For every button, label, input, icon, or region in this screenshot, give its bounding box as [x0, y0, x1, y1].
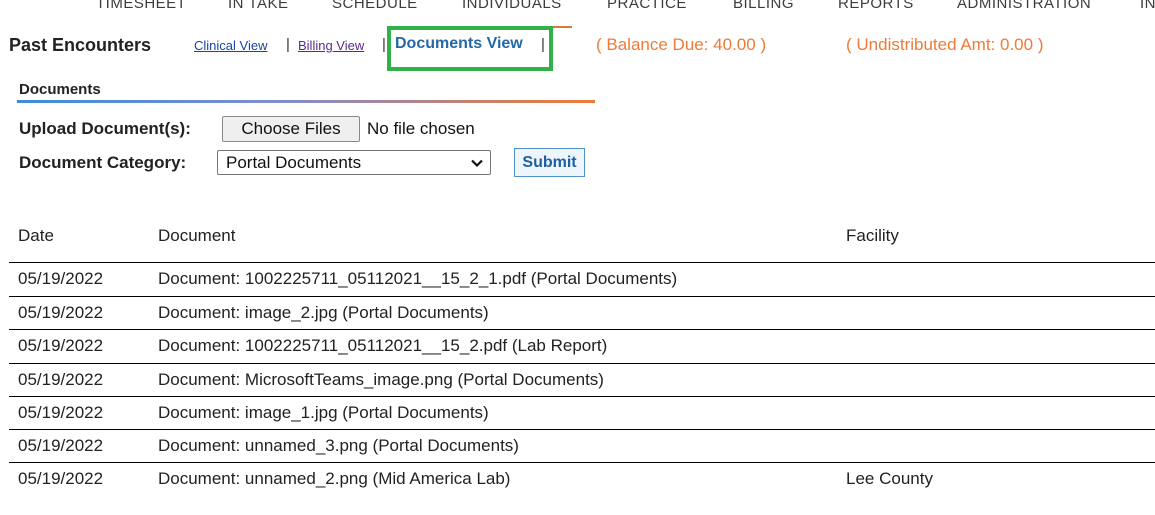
nav-item-timesheet[interactable]: TIMESHEET: [96, 0, 186, 12]
table-row[interactable]: 05/19/2022 Document: image_1.jpg (Portal…: [9, 397, 1155, 430]
table-row[interactable]: 05/19/2022 Document: 1002225711_05112021…: [9, 263, 1155, 296]
chevron-down-icon: [471, 159, 483, 168]
table-row[interactable]: 05/19/2022 Document: 1002225711_05112021…: [9, 330, 1155, 363]
view-separator: |: [541, 36, 545, 53]
category-label: Document Category:: [19, 153, 187, 172]
nav-item-individuals[interactable]: INDIVIDUALS: [462, 0, 562, 12]
row-date: 05/19/2022: [18, 436, 104, 455]
row-date: 05/19/2022: [18, 469, 104, 488]
row-document[interactable]: Document: unnamed_2.png (Mid America Lab…: [158, 469, 510, 489]
encounters-header: Past Encounters Clinical View | Billing …: [0, 32, 1155, 58]
page-title: Past Encounters: [9, 35, 152, 55]
row-date: 05/19/2022: [18, 336, 104, 355]
row-document[interactable]: Document: 1002225711_05112021__15_2_1.pd…: [158, 269, 677, 289]
row-facility: Lee County: [846, 469, 933, 488]
nav-active-underline: [462, 26, 572, 28]
row-date: 05/19/2022: [18, 303, 104, 322]
nav-item-schedule[interactable]: SCHEDULE: [332, 0, 418, 12]
view-separator: |: [382, 36, 386, 53]
document-category-select[interactable]: Portal Documents: [217, 150, 491, 175]
undistributed-amount: ( Undistributed Amt: 0.00 ): [846, 35, 1044, 54]
column-header-document: Document: [158, 226, 236, 245]
row-document[interactable]: Document: 1002225711_05112021__15_2.pdf …: [158, 336, 607, 356]
table-row[interactable]: 05/19/2022 Document: image_2.jpg (Portal…: [9, 297, 1155, 330]
row-date: 05/19/2022: [18, 269, 104, 288]
row-document[interactable]: Document: image_2.jpg (Portal Documents): [158, 303, 489, 323]
upload-label: Upload Document(s):: [19, 119, 191, 138]
clinical-view-link[interactable]: Clinical View: [194, 38, 267, 53]
row-document[interactable]: Document: MicrosoftTeams_image.png (Port…: [158, 370, 604, 390]
documents-section-title: Documents: [19, 81, 101, 98]
documents-view-link[interactable]: Documents View: [395, 35, 523, 53]
file-status-text: No file chosen: [367, 119, 475, 138]
submit-button[interactable]: Submit: [514, 148, 585, 177]
section-divider: [17, 100, 595, 103]
column-header-facility: Facility: [846, 226, 899, 245]
view-separator: |: [286, 36, 290, 53]
table-row[interactable]: 05/19/2022 Document: unnamed_3.png (Port…: [9, 430, 1155, 463]
category-selected-value: Portal Documents: [226, 153, 362, 172]
row-date: 05/19/2022: [18, 403, 104, 422]
table-row[interactable]: 05/19/2022 Document: MicrosoftTeams_imag…: [9, 364, 1155, 397]
row-date: 05/19/2022: [18, 370, 104, 389]
billing-view-link[interactable]: Billing View: [298, 38, 364, 53]
balance-due: ( Balance Due: 40.00 ): [596, 35, 767, 54]
row-document[interactable]: Document: unnamed_3.png (Portal Document…: [158, 436, 519, 456]
row-document[interactable]: Document: image_1.jpg (Portal Documents): [158, 403, 489, 423]
nav-item-intake[interactable]: IN TAKE: [228, 0, 288, 12]
nav-item-billing[interactable]: BILLING: [733, 0, 794, 12]
nav-item-reports[interactable]: REPORTS: [838, 0, 914, 12]
choose-files-button[interactable]: Choose Files: [222, 116, 360, 142]
column-header-date: Date: [18, 226, 54, 245]
nav-item-overflow[interactable]: IN: [1140, 0, 1155, 12]
top-nav: TIMESHEET IN TAKE SCHEDULE INDIVIDUALS P…: [0, 0, 1155, 30]
nav-item-practice[interactable]: PRACTICE: [607, 0, 687, 12]
nav-item-administration[interactable]: ADMINISTRATION: [957, 0, 1091, 12]
table-row[interactable]: 05/19/2022 Document: unnamed_2.png (Mid …: [9, 463, 1155, 496]
